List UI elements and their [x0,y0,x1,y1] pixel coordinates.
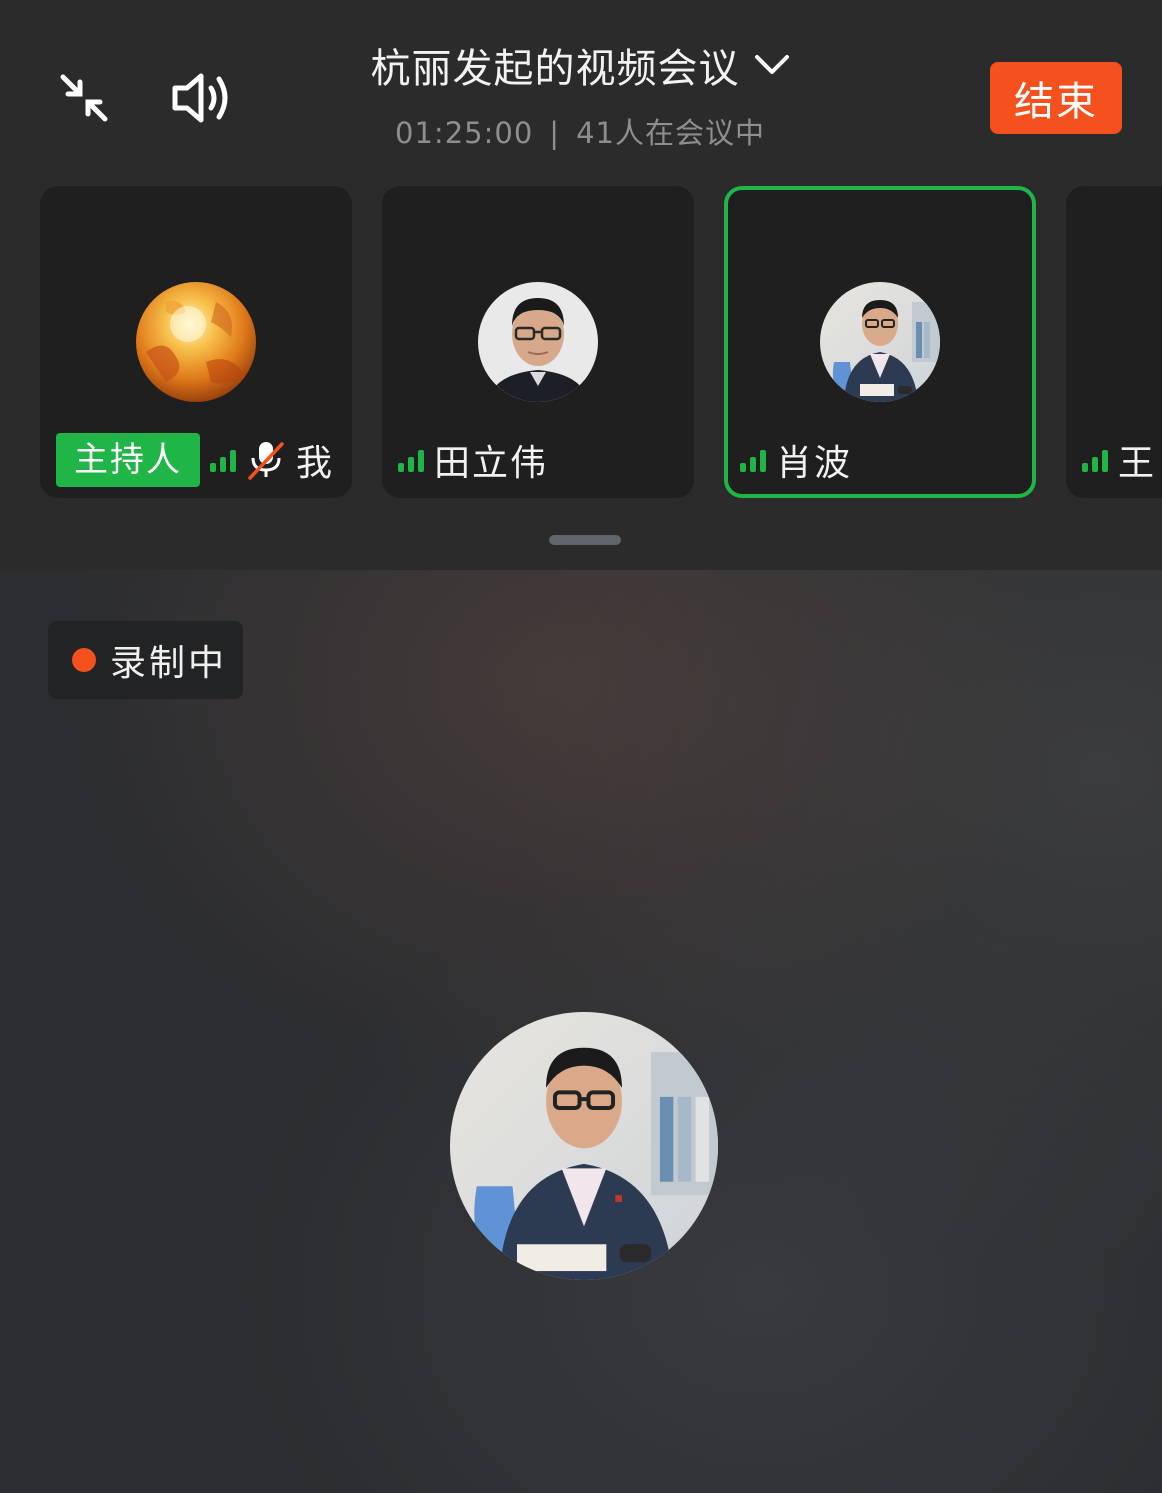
mic-muted-icon [246,439,286,481]
avatar [478,282,598,402]
participant-namebar: 主持人 我 [56,433,335,487]
recording-indicator: 录制中 [48,621,243,699]
minimize-icon[interactable] [54,68,114,128]
participant-tile-self[interactable]: 主持人 我 [40,186,352,498]
drag-handle[interactable] [549,535,621,545]
status-separator: | [549,116,561,150]
participant-tile[interactable]: 王 [1066,186,1162,498]
recording-label: 录制中 [110,643,228,684]
participant-name: 田立伟 [434,443,549,484]
meeting-duration: 01:25:00 [395,116,534,150]
host-badge: 主持人 [56,433,200,487]
participant-namebar: 田立伟 [398,434,548,486]
signal-icon [210,448,236,472]
meeting-header: 杭丽发起的视频会议 01:25:00 | 41人在会议中 结束 主持人 我 田立… [0,0,1162,570]
participant-namebar: 肖波 [740,434,852,486]
recording-dot-icon [72,648,96,672]
participant-strip[interactable]: 主持人 我 田立伟 肖波 王 [0,186,1162,502]
signal-icon [398,448,424,472]
speaker-avatar [450,1012,718,1280]
participant-count: 41人在会议中 [576,116,765,150]
meeting-status: 01:25:00 | 41人在会议中 [300,110,860,152]
participant-namebar: 王 [1082,434,1156,486]
signal-icon [1082,448,1108,472]
participant-name: 肖波 [776,443,853,484]
avatar [136,282,256,402]
main-video-stage[interactable]: 录制中 [0,570,1162,1493]
participant-tile-active[interactable]: 肖波 [724,186,1036,498]
meeting-title-block[interactable]: 杭丽发起的视频会议 01:25:00 | 41人在会议中 [300,36,860,152]
meeting-title[interactable]: 杭丽发起的视频会议 [371,36,740,94]
end-meeting-button[interactable]: 结束 [990,62,1122,134]
chevron-down-icon[interactable] [754,53,790,77]
speaker-icon[interactable] [168,66,240,130]
participant-tile[interactable]: 田立伟 [382,186,694,498]
avatar [820,282,940,402]
participant-name: 我 [296,443,335,484]
participant-name: 王 [1118,443,1157,484]
signal-icon [740,448,766,472]
